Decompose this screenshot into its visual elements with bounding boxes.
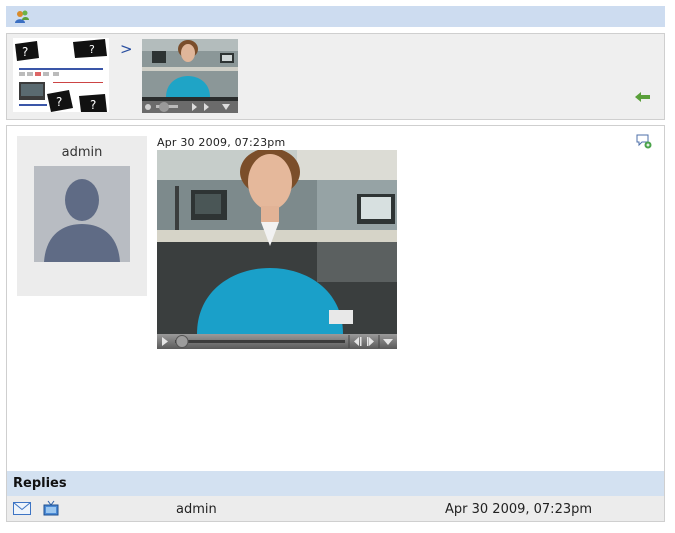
avatar[interactable] — [34, 166, 130, 262]
forward-icon — [369, 337, 374, 346]
reply-author[interactable]: admin — [176, 502, 217, 517]
author-name[interactable]: admin — [17, 145, 147, 160]
reply-timestamp: Apr 30 2009, 07:23pm — [445, 502, 593, 517]
video-player[interactable] — [157, 150, 397, 349]
rewind-icon — [354, 337, 359, 346]
post-timestamp: Apr 30 2009, 07:23pm — [157, 136, 286, 149]
svg-text:?: ? — [89, 43, 95, 56]
video-frame[interactable] — [157, 150, 397, 334]
replies-header: Replies — [7, 471, 664, 496]
add-comment-icon[interactable] — [636, 133, 652, 149]
breadcrumb-separator: > — [120, 40, 133, 58]
menu-icon — [383, 339, 393, 345]
svg-text:?: ? — [90, 98, 96, 112]
current-post-thumbnail[interactable] — [142, 39, 238, 113]
seek-handle — [175, 335, 189, 348]
thumbnail-strip: ? ? ? ? > — [6, 33, 665, 120]
parent-post-thumbnail[interactable]: ? ? ? ? — [13, 38, 109, 112]
svg-text:?: ? — [56, 95, 62, 109]
play-icon — [162, 337, 168, 346]
replies-title: Replies — [13, 476, 67, 491]
video-icon[interactable] — [43, 500, 59, 516]
back-arrow-icon[interactable] — [635, 91, 651, 103]
mail-icon[interactable] — [13, 502, 31, 515]
page: ? ? ? ? > admin Apr 30 2009, 07:23pm Rep… — [0, 0, 675, 533]
video-controls — [157, 334, 397, 349]
users-icon[interactable] — [14, 9, 30, 25]
post-panel: admin Apr 30 2009, 07:23pm Replies admin… — [6, 125, 665, 522]
header-bar — [6, 6, 665, 27]
table-row[interactable]: admin Apr 30 2009, 07:23pm — [7, 496, 664, 521]
svg-text:?: ? — [22, 45, 28, 59]
author-card: admin — [17, 136, 147, 296]
